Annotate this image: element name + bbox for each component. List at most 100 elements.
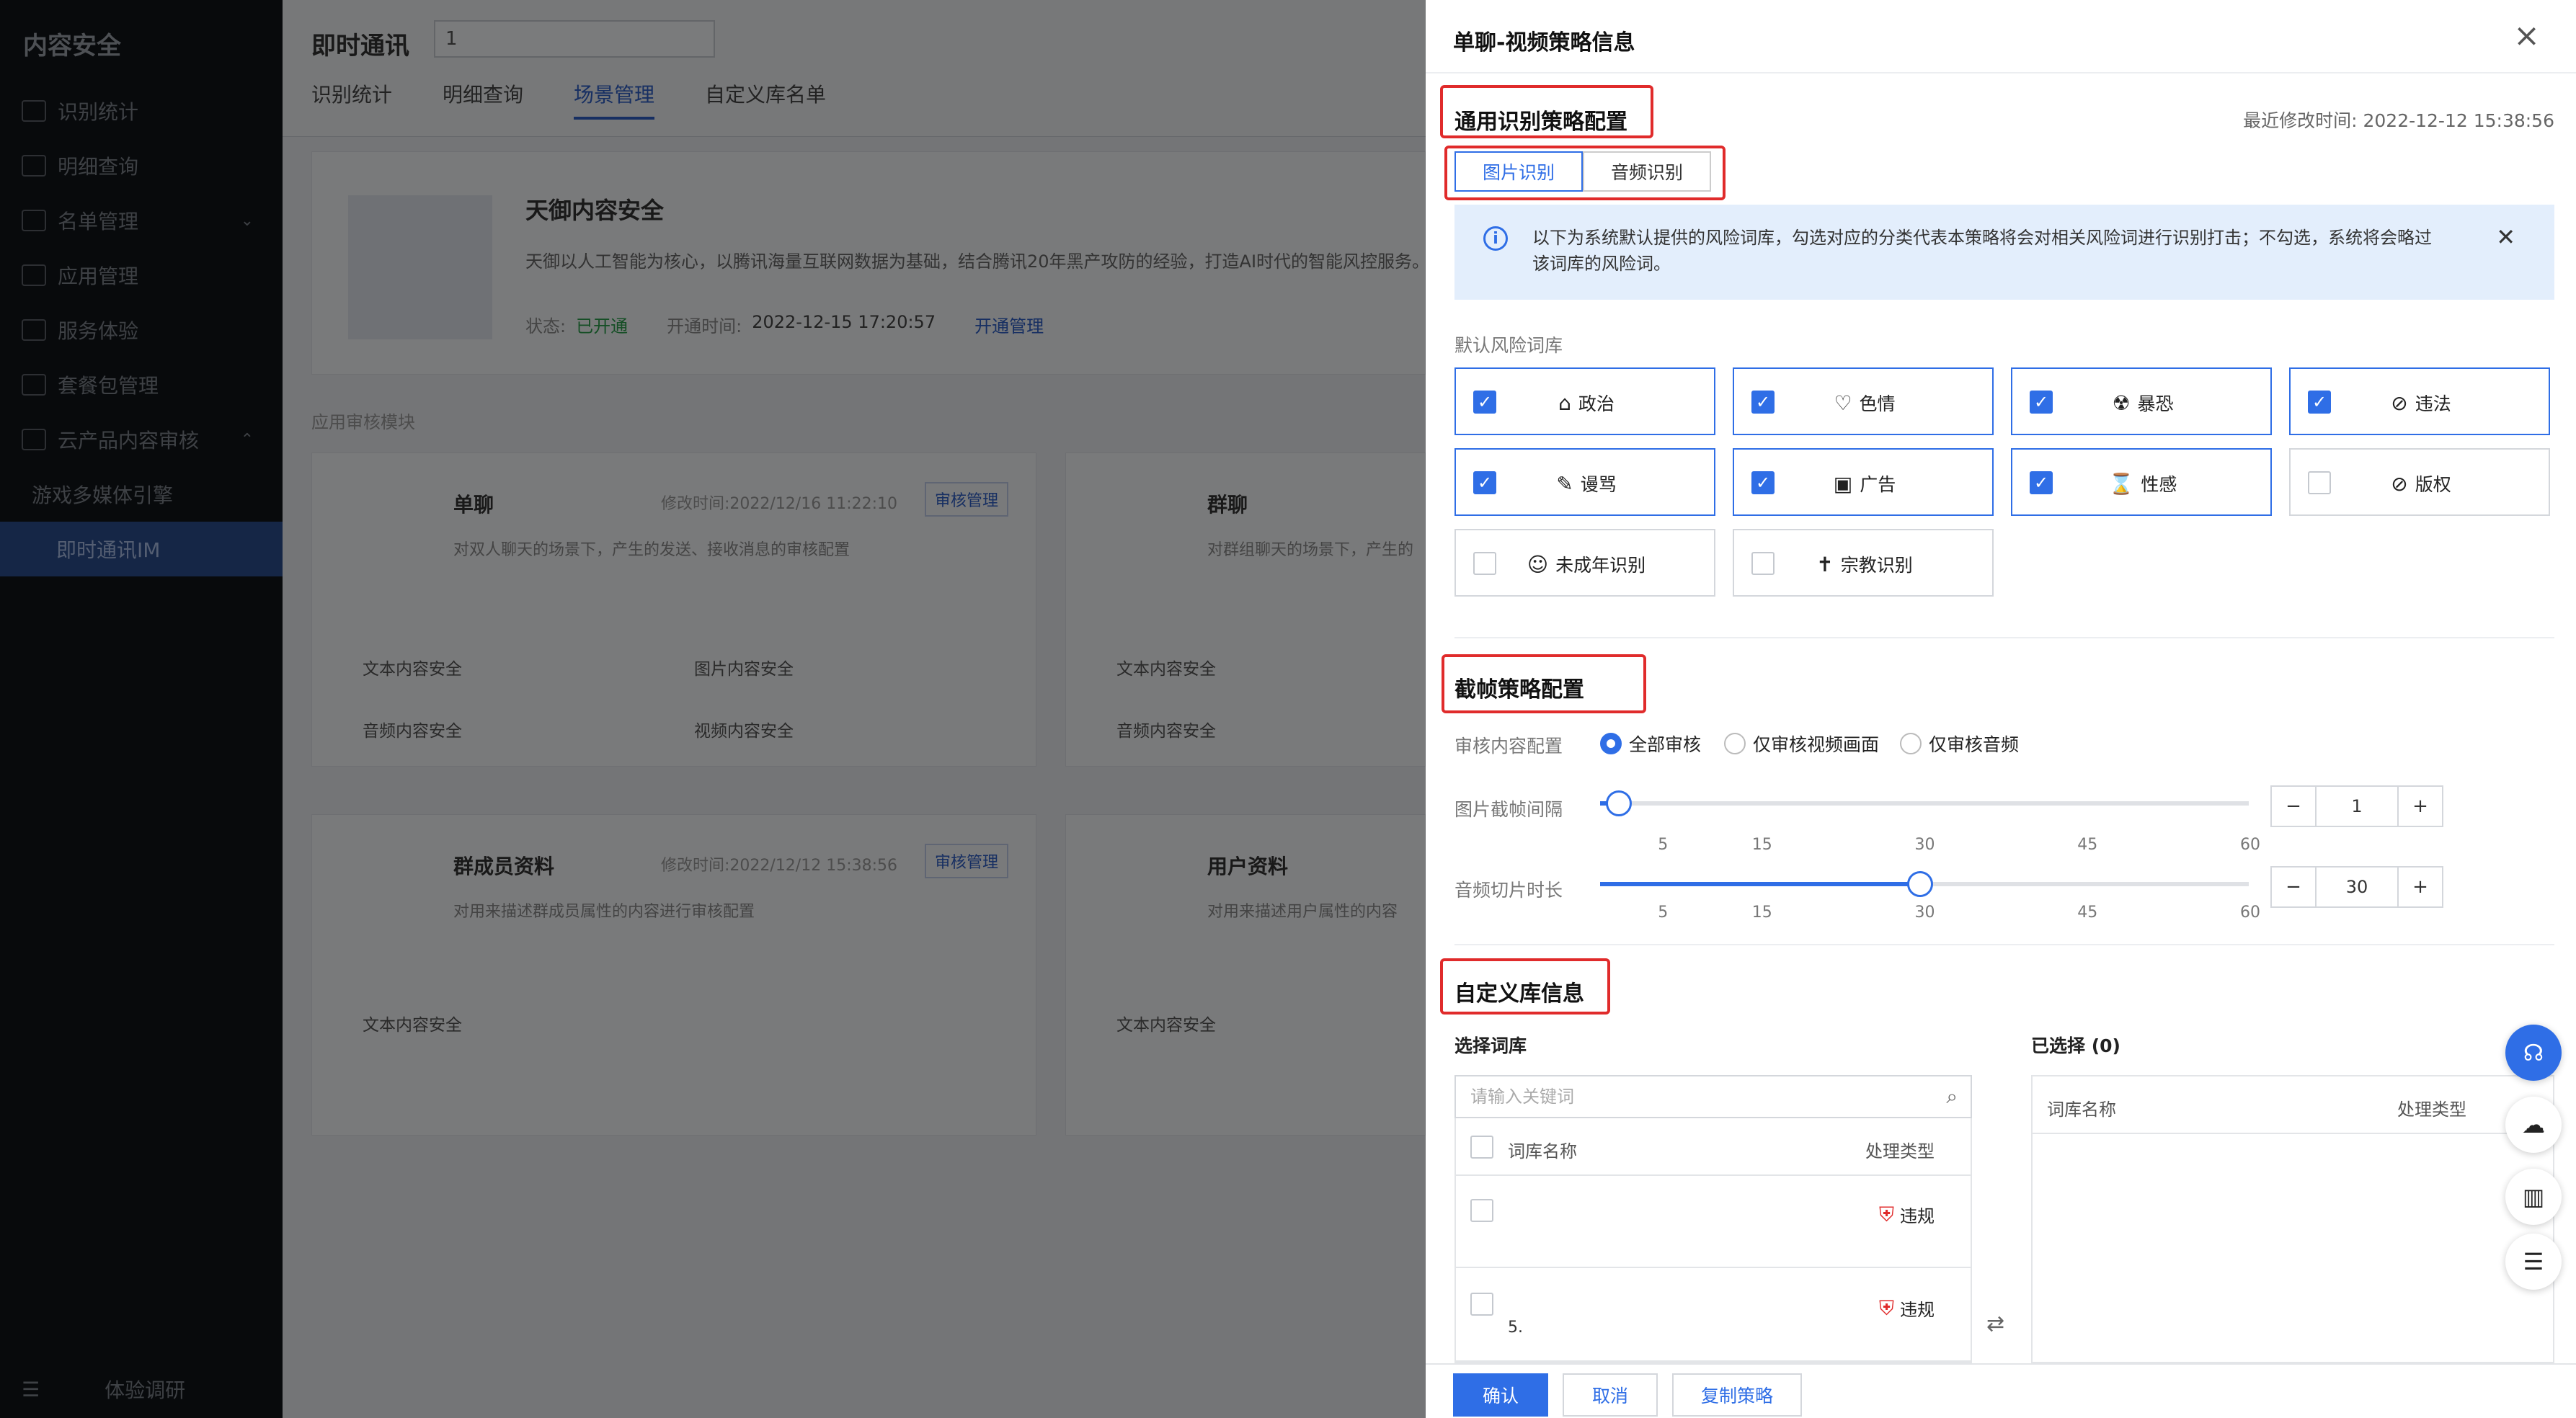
tick-label: 5: [1658, 836, 1669, 854]
plus-button[interactable]: +: [2399, 787, 2442, 826]
risk-tag-5[interactable]: ✓ ▣ 广告: [1733, 448, 1994, 516]
category-icon: ⊘: [2391, 471, 2408, 496]
shield-icon: ⛨: [1878, 1202, 1894, 1226]
tick-label: 45: [2077, 904, 2098, 922]
tab-image-recognition[interactable]: 图片识别: [1454, 151, 1583, 192]
risk-tag-4[interactable]: ✓ ✎ 谩骂: [1454, 448, 1715, 516]
audio-len-stepper: − 30 +: [2270, 866, 2443, 908]
lib-name: 5.: [1508, 1319, 1523, 1337]
cloud-icon[interactable]: ☁: [2505, 1097, 2562, 1153]
violation-tag: ⛨ 违规: [1878, 1296, 1935, 1321]
book-icon[interactable]: ▥: [2505, 1169, 2562, 1225]
row-checkbox[interactable]: [1470, 1199, 1493, 1222]
audio-len-slider[interactable]: [1600, 871, 2249, 897]
tag-label: 暴恐: [2137, 393, 2174, 414]
risk-tag-2[interactable]: ✓ ☢ 暴恐: [2011, 367, 2272, 435]
selected-table: 词库名称 处理类型: [2031, 1075, 2554, 1363]
table-row[interactable]: 5. ⛨ 违规: [1456, 1270, 1971, 1362]
cancel-button[interactable]: 取消: [1563, 1373, 1658, 1417]
category-icon: ☢: [2112, 391, 2131, 415]
search-icon[interactable]: ⌕: [1946, 1076, 1958, 1117]
img-interval-slider[interactable]: [1600, 790, 2249, 816]
img-interval-label: 图片截帧间隔: [1454, 799, 1563, 820]
divider: [1426, 72, 2576, 73]
radio-all[interactable]: 全部审核: [1600, 731, 1701, 757]
category-icon: ⊘: [2391, 391, 2408, 415]
section-title-custom: 自定义库信息: [1454, 981, 1584, 1007]
minus-button[interactable]: −: [2272, 787, 2315, 826]
transfer-icon: ⇄: [1986, 1311, 2005, 1337]
table-row[interactable]: ⛨ 违规: [1456, 1176, 1971, 1268]
radio-audio-only[interactable]: 仅审核音频: [1900, 731, 2019, 757]
img-interval-stepper: − 1 +: [2270, 785, 2443, 827]
tick-label: 5: [1658, 904, 1669, 922]
img-interval-value[interactable]: 1: [2315, 787, 2399, 826]
tag-label: 政治: [1578, 393, 1615, 414]
radio-video-only[interactable]: 仅审核视频画面: [1724, 731, 1879, 757]
select-all-checkbox[interactable]: [1470, 1136, 1493, 1159]
info-banner: i 以下为系统默认提供的风险词库，勾选对应的分类代表本策略将会对相关风险词进行识…: [1454, 205, 2554, 300]
category-icon: ▣: [1833, 471, 1853, 496]
audit-content-label: 审核内容配置: [1454, 736, 1563, 757]
violation-tag: ⛨ 违规: [1878, 1202, 1935, 1227]
divider: [1454, 944, 2554, 945]
copy-strategy-button[interactable]: 复制策略: [1672, 1373, 1802, 1417]
lib-table: 词库名称 处理类型 ⛨ 违规 5. ⛨ 违规: [1454, 1118, 1972, 1363]
row-checkbox[interactable]: [1470, 1293, 1493, 1316]
slider-handle[interactable]: [1606, 790, 1632, 816]
category-icon: ♡: [1834, 391, 1852, 415]
category-icon: ✎: [1556, 471, 1573, 496]
recognition-segment: 图片识别 音频识别: [1454, 151, 1711, 192]
tick-label: 60: [2240, 904, 2260, 922]
radio-icon: [1900, 733, 1922, 754]
info-text: 以下为系统默认提供的风险词库，勾选对应的分类代表本策略将会对相关风险词进行识别打…: [1532, 228, 2432, 274]
risk-tag-0[interactable]: ✓ ⌂ 政治: [1454, 367, 1715, 435]
risk-tag-8[interactable]: ☺ 未成年识别: [1454, 529, 1715, 597]
last-modified: 最近修改时间: 2022-12-12 15:38:56: [2243, 110, 2554, 131]
slider-handle[interactable]: [1907, 871, 1933, 897]
modal-overlay[interactable]: [0, 0, 1426, 1418]
table-header: 词库名称 处理类型: [1456, 1118, 1971, 1176]
keyword-search-input[interactable]: 请输入关键词 ⌕: [1454, 1075, 1972, 1118]
table-header: 词库名称 处理类型: [2033, 1076, 2553, 1134]
tag-label: 违法: [2415, 393, 2451, 414]
default-lib-label: 默认风险词库: [1454, 335, 1563, 356]
strategy-drawer: 单聊-视频策略信息 × 通用识别策略配置 最近修改时间: 2022-12-12 …: [1426, 0, 2576, 1418]
tick-label: 30: [1914, 836, 1935, 854]
radio-icon: [1600, 733, 1622, 754]
category-icon: ⌛: [2108, 471, 2134, 496]
tag-label: 色情: [1859, 393, 1896, 414]
tag-label: 广告: [1860, 474, 1896, 495]
tick-label: 45: [2077, 836, 2098, 854]
select-lib-title: 选择词库: [1454, 1035, 1527, 1056]
close-icon[interactable]: ×: [2513, 17, 2540, 54]
radio-icon: [1724, 733, 1746, 754]
tab-audio-recognition[interactable]: 音频识别: [1583, 151, 1711, 192]
risk-tag-9[interactable]: ✝ 宗教识别: [1733, 529, 1994, 597]
info-icon: i: [1483, 226, 1508, 251]
plus-button[interactable]: +: [2399, 868, 2442, 906]
audio-len-value[interactable]: 30: [2315, 868, 2399, 906]
list-icon[interactable]: ☰: [2505, 1234, 2562, 1290]
slider-fill: [1600, 882, 1920, 886]
category-icon: ✝: [1816, 552, 1834, 576]
close-icon[interactable]: ✕: [2496, 223, 2515, 251]
tick-label: 15: [1751, 904, 1772, 922]
support-icon[interactable]: ☊: [2505, 1025, 2562, 1081]
section-title-general: 通用识别策略配置: [1454, 110, 1627, 135]
risk-tag-1[interactable]: ✓ ♡ 色情: [1733, 367, 1994, 435]
tick-label: 60: [2240, 836, 2260, 854]
category-icon: ☺: [1527, 552, 1549, 576]
risk-tag-7[interactable]: ⊘ 版权: [2289, 448, 2550, 516]
audio-len-label: 音频切片时长: [1454, 880, 1563, 901]
tag-label: 版权: [2415, 474, 2451, 495]
risk-tag-3[interactable]: ✓ ⊘ 违法: [2289, 367, 2550, 435]
confirm-button[interactable]: 确认: [1453, 1373, 1548, 1417]
divider: [1454, 637, 2554, 638]
risk-tag-6[interactable]: ✓ ⌛ 性感: [2011, 448, 2272, 516]
minus-button[interactable]: −: [2272, 868, 2315, 906]
drawer-footer: 确认 取消 复制策略: [1426, 1363, 2576, 1418]
tag-label: 宗教识别: [1840, 555, 1913, 576]
tick-label: 30: [1914, 904, 1935, 922]
tag-label: 谩骂: [1580, 474, 1617, 495]
